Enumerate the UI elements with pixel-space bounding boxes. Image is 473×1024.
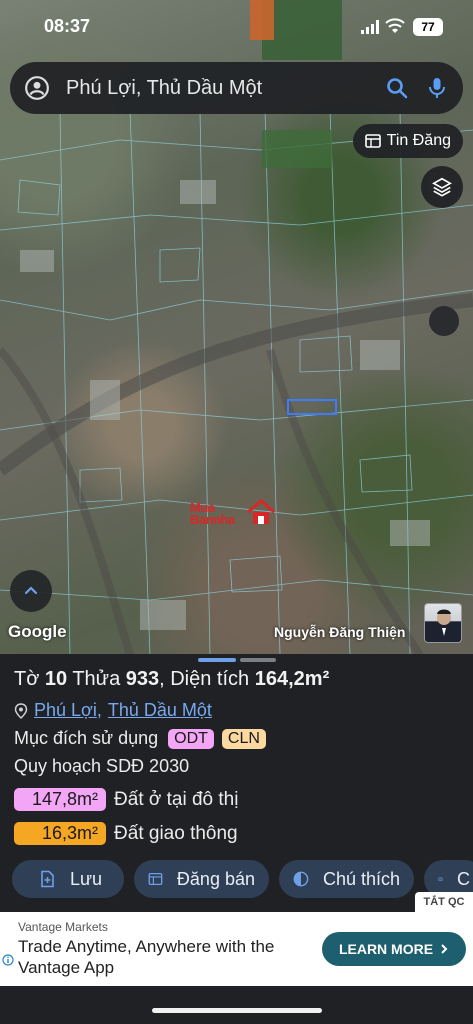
land-use-row: Mục đích sử dụng ODT CLN bbox=[14, 728, 274, 749]
battery-indicator: 77 bbox=[413, 18, 443, 36]
account-icon[interactable] bbox=[24, 75, 50, 101]
learn-more-label: LEARN MORE bbox=[338, 941, 434, 957]
post-sale-button[interactable]: Đăng bán bbox=[134, 860, 269, 898]
contrast-icon bbox=[293, 871, 309, 887]
plot-number: 933 bbox=[125, 668, 160, 690]
save-button[interactable]: Lưu bbox=[12, 860, 124, 898]
listing-card-icon bbox=[148, 872, 163, 886]
agent-avatar[interactable] bbox=[424, 603, 462, 643]
land-use-label: Mục đích sử dụng bbox=[14, 728, 159, 748]
chevron-up-icon bbox=[24, 586, 38, 595]
ward-link[interactable]: Phú Lợi bbox=[34, 700, 97, 721]
map-view[interactable]: 08:37 77 Phú Lợi, Thủ Dầu Một Tin Đăng M… bbox=[0, 0, 473, 655]
photo-label: C bbox=[457, 868, 470, 889]
layers-icon bbox=[432, 177, 452, 197]
expand-up-button[interactable] bbox=[10, 570, 52, 612]
zone-label: Đất giao thông bbox=[114, 822, 238, 844]
google-logo: Google bbox=[8, 622, 67, 641]
search-bar[interactable]: Phú Lợi, Thủ Dầu Một bbox=[10, 62, 463, 114]
sheet-number: 10 bbox=[44, 668, 68, 690]
legend-button[interactable]: Chú thích bbox=[279, 860, 414, 898]
watermark-text-2: Bannha bbox=[190, 512, 235, 527]
land-use-tag-odt: ODT bbox=[168, 728, 214, 749]
camera-icon bbox=[438, 877, 443, 882]
person-avatar-icon bbox=[429, 609, 459, 642]
parcel-info-panel: Tờ 10 Thửa 933, Diện tích 164,2m² Phú Lợ… bbox=[0, 654, 473, 912]
sheet-handle[interactable] bbox=[198, 658, 276, 662]
zone-area-value: 16,3m² bbox=[14, 822, 107, 845]
bottom-bar bbox=[0, 986, 473, 1024]
parcel-title: Tờ 10 Thửa 933, Diện tích 164,2m² bbox=[14, 668, 329, 691]
hide-ad-button[interactable]: TẮT QC bbox=[415, 892, 473, 912]
ad-info-icon[interactable] bbox=[2, 954, 14, 966]
house-logo-icon bbox=[247, 499, 275, 524]
agent-name[interactable]: Nguyễn Đăng Thiện bbox=[274, 624, 405, 640]
zone-row: 147,8m² Đất ở tại đô thị bbox=[14, 788, 238, 811]
add-document-icon bbox=[41, 870, 54, 888]
home-indicator[interactable] bbox=[152, 1008, 322, 1013]
location-row: Phú Lợi , Thủ Dầu Một bbox=[14, 700, 212, 721]
wifi-icon bbox=[385, 18, 405, 33]
handle-inactive bbox=[240, 658, 276, 662]
ad-advertiser: Vantage Markets bbox=[18, 920, 108, 934]
post-sale-label: Đăng bán bbox=[176, 868, 255, 889]
zone-label: Đất ở tại đô thị bbox=[114, 788, 239, 810]
search-query[interactable]: Phú Lợi, Thủ Dầu Một bbox=[66, 77, 385, 100]
parcel-area: 164,2m² bbox=[254, 668, 330, 690]
location-pin-icon bbox=[14, 702, 28, 719]
search-icon[interactable] bbox=[385, 76, 409, 100]
title-prefix: Tờ bbox=[14, 668, 45, 690]
listing-icon bbox=[364, 134, 381, 148]
learn-more-button[interactable]: LEARN MORE bbox=[322, 932, 466, 966]
city-link[interactable]: Thủ Dầu Một bbox=[108, 700, 212, 721]
handle-active bbox=[198, 658, 236, 662]
zone-area-value: 147,8m² bbox=[14, 788, 107, 811]
zoning-plan-title: Quy hoạch SDĐ 2030 bbox=[14, 756, 190, 776]
zone-row: 16,3m² Đất giao thông bbox=[14, 822, 238, 845]
land-use-tag-cln: CLN bbox=[221, 728, 266, 749]
status-time: 08:37 bbox=[44, 16, 91, 36]
title-mid: Thửa bbox=[67, 668, 126, 690]
cellular-signal-icon bbox=[361, 20, 379, 34]
microphone-icon[interactable] bbox=[425, 76, 449, 100]
listings-button[interactable]: Tin Đăng bbox=[352, 124, 463, 158]
save-label: Lưu bbox=[70, 868, 103, 889]
map-dot-button[interactable] bbox=[429, 306, 459, 336]
watermark-logo: Mua Bannha bbox=[188, 496, 284, 530]
listings-label: Tin Đăng bbox=[386, 132, 451, 149]
chevron-right-icon bbox=[441, 944, 448, 954]
legend-label: Chú thích bbox=[322, 868, 400, 889]
title-area-label: , Diện tích bbox=[159, 668, 255, 690]
layers-button[interactable] bbox=[421, 166, 463, 208]
ad-banner[interactable]: Vantage Markets Trade Anytime, Anywhere … bbox=[0, 912, 473, 986]
status-bar: 08:37 77 bbox=[0, 14, 473, 42]
action-bar: Lưu Đăng bán Chú thích C bbox=[12, 860, 473, 898]
ad-headline[interactable]: Trade Anytime, Anywhere with the Vantage… bbox=[18, 936, 318, 978]
